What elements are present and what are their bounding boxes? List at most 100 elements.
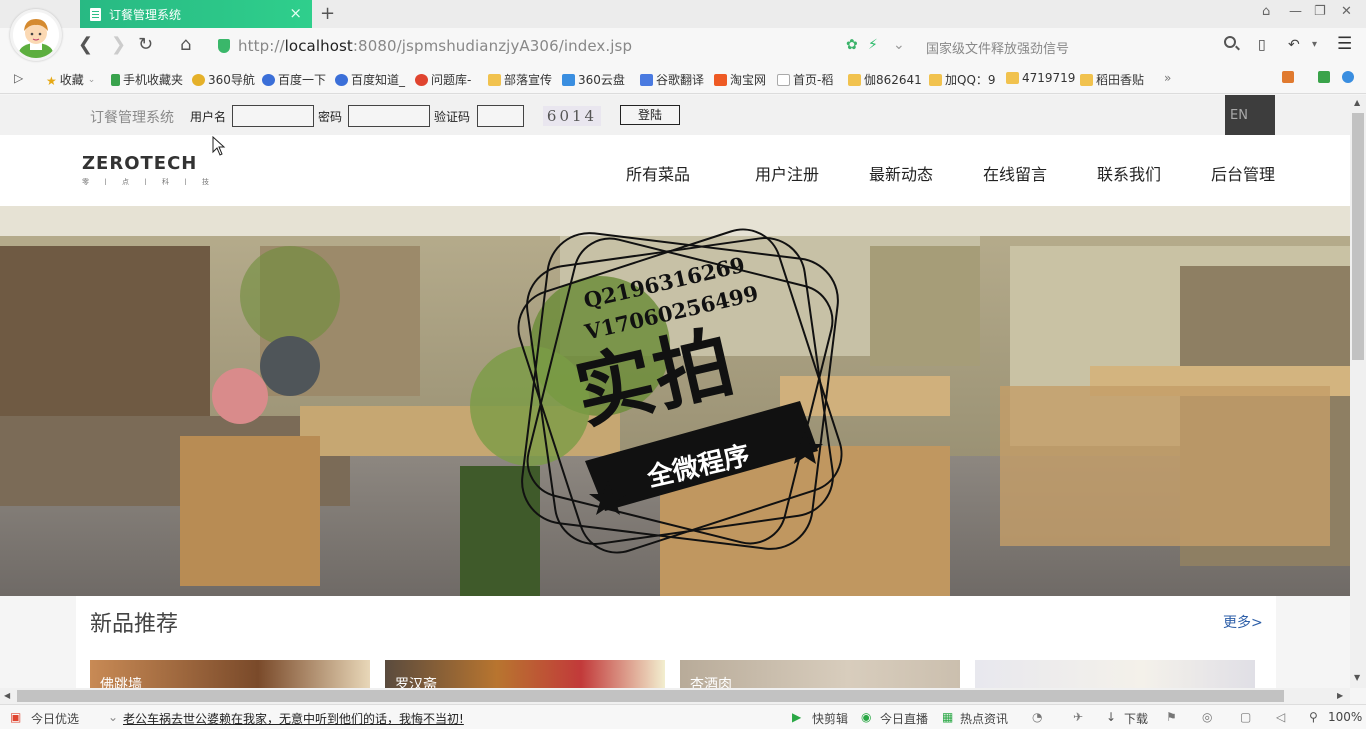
zoom-icon[interactable]: ⚲ — [1309, 710, 1318, 724]
home-icon[interactable]: ⌂ — [180, 36, 191, 54]
bookmark-item[interactable]: 问题库- — [415, 71, 471, 88]
scroll-up-icon[interactable]: ▲ — [1354, 98, 1360, 107]
video-clip-icon[interactable]: ▶ — [792, 710, 801, 724]
bookmark-item[interactable]: 谷歌翻译 — [640, 71, 704, 88]
menu-icon[interactable]: ☰ — [1337, 34, 1352, 54]
refresh-icon[interactable]: ↻ — [138, 36, 153, 54]
pin-icon[interactable]: ✈ — [1073, 710, 1083, 724]
url-field[interactable]: http://localhost:8080/jspmshudianzjyA306… — [218, 33, 910, 59]
speed-icon[interactable]: ◔ — [1032, 710, 1042, 724]
password-input[interactable] — [348, 105, 430, 127]
speed-icon[interactable]: ✿ — [846, 37, 858, 53]
user-avatar[interactable] — [10, 9, 62, 61]
status-bar: ▣ 今日优选 ⌄ 老公车祸去世公婆赖在我家，无意中听到他们的话，我悔不当初! ▶… — [0, 704, 1366, 729]
new-products-section: 新品推荐 更多> 佛跳墙 罗汉斋 杏酒肉 — [76, 596, 1276, 688]
section-title: 新品推荐 — [90, 612, 179, 637]
news-icon[interactable]: ▦ — [942, 710, 953, 724]
news-ticker-link[interactable]: 老公车祸去世公婆赖在我家，无意中听到他们的话，我悔不当初! — [123, 710, 464, 727]
back-icon[interactable]: ❮ — [78, 36, 93, 54]
browser-icon[interactable]: ◎ — [1202, 710, 1212, 724]
new-tab-button[interactable]: + — [320, 3, 335, 24]
captcha-input[interactable] — [477, 105, 524, 127]
bookmarks-more-button[interactable]: » — [1164, 71, 1171, 85]
nav-register[interactable]: 用户注册 — [755, 161, 819, 185]
hot-news-button[interactable]: 热点资讯 — [960, 710, 1008, 727]
vertical-scroll-thumb[interactable] — [1352, 113, 1364, 360]
undo-icon[interactable]: ↶ — [1288, 37, 1300, 53]
bookmark-item[interactable]: 部落宣传 — [488, 71, 552, 88]
apps-icon[interactable] — [1282, 71, 1297, 83]
lightning-icon[interactable]: ⚡ — [868, 37, 878, 53]
bookmark-item[interactable]: 稻田香贴 — [1080, 71, 1144, 88]
system-name: 订餐管理系统 — [90, 110, 174, 126]
reader-icon[interactable] — [1318, 71, 1333, 83]
bookmark-item[interactable]: 4719719 — [1006, 71, 1075, 85]
username-label: 用户名 — [190, 110, 227, 124]
skin-icon[interactable]: ⌂ — [1262, 4, 1270, 19]
product-card[interactable]: 罗汉斋 — [385, 660, 665, 688]
avatar-icon — [13, 12, 59, 58]
sidebar-toggle-icon[interactable]: ▷ — [14, 71, 23, 85]
restore-icon[interactable]: ❐ — [1314, 4, 1326, 19]
flag-icon[interactable]: ⚑ — [1166, 710, 1177, 724]
nav-admin[interactable]: 后台管理 — [1211, 161, 1275, 185]
nav-news[interactable]: 最新动态 — [869, 161, 933, 185]
minimize-icon[interactable]: — — [1289, 4, 1302, 19]
more-link[interactable]: 更多> — [1223, 612, 1263, 632]
horizontal-scrollbar[interactable]: ◀ ▶ — [0, 688, 1350, 704]
login-bar: 订餐管理系统 用户名 密码 验证码 6014 登陆 EN — [0, 95, 1350, 135]
phone-icon[interactable]: ▯ — [1258, 37, 1266, 53]
shield-icon — [218, 39, 230, 53]
vertical-scrollbar[interactable]: ▲ ▼ — [1350, 95, 1366, 688]
bookmark-item[interactable]: 360云盘 — [562, 71, 625, 88]
bookmark-item[interactable]: 手机收藏夹 — [111, 71, 183, 88]
hero-banner: Q2196316269 V17060256499 实拍 全微程序 — [0, 206, 1350, 596]
nav-all-dishes[interactable]: 所有菜品 — [626, 161, 690, 185]
search-icon[interactable] — [1224, 36, 1236, 48]
chevron-down-icon[interactable]: ⌄ — [108, 710, 118, 724]
captcha-image[interactable]: 6014 — [543, 106, 601, 126]
download-button[interactable]: 下载 — [1124, 710, 1148, 727]
scroll-left-icon[interactable]: ◀ — [4, 691, 10, 700]
language-button[interactable]: EN — [1225, 95, 1275, 135]
zoom-search-icon[interactable] — [1342, 71, 1357, 83]
tab-close-icon[interactable]: × — [289, 5, 302, 21]
bookmark-item[interactable]: 加QQ：9 — [929, 71, 996, 88]
bookmark-item[interactable]: 360导航 — [192, 71, 255, 88]
sound-icon[interactable]: ◁ — [1276, 710, 1285, 724]
chevron-down-icon[interactable]: ▾ — [1312, 39, 1317, 50]
product-card[interactable] — [975, 660, 1255, 688]
zoom-level[interactable]: 100% — [1328, 710, 1362, 724]
quick-clip-button[interactable]: 快剪辑 — [812, 710, 848, 727]
chevron-down-icon[interactable]: ⌄ — [893, 37, 905, 53]
scroll-right-icon[interactable]: ▶ — [1337, 691, 1343, 700]
bookmark-item[interactable]: 淘宝网 — [714, 71, 766, 88]
page-icon — [90, 7, 101, 21]
live-button[interactable]: 今日直播 — [880, 710, 928, 727]
bookmark-item[interactable]: 百度知道_ — [335, 71, 405, 88]
scroll-down-icon[interactable]: ▼ — [1354, 673, 1360, 682]
bookmark-item[interactable]: ★ 收藏 ⌄ — [46, 71, 95, 88]
gift-icon[interactable]: ▣ — [10, 710, 21, 724]
product-card[interactable]: 佛跳墙 — [90, 660, 370, 688]
window-icon[interactable]: ▢ — [1240, 710, 1251, 724]
tab-bar: 订餐管理系统 × + ⌂ — ❐ ✕ — [0, 0, 1366, 28]
search-input[interactable]: 国家级文件释放强劲信号 — [918, 33, 1248, 59]
nav-message[interactable]: 在线留言 — [983, 161, 1047, 185]
forward-icon[interactable]: ❯ — [111, 36, 126, 54]
horizontal-scroll-thumb[interactable] — [17, 690, 1284, 702]
bookmark-item[interactable]: 百度一下 — [262, 71, 326, 88]
live-icon[interactable]: ◉ — [861, 710, 871, 724]
nav-contact[interactable]: 联系我们 — [1097, 161, 1161, 185]
bookmark-item[interactable]: 伽862641 — [848, 71, 922, 88]
product-card[interactable]: 杏酒肉 — [680, 660, 960, 688]
today-pick-label[interactable]: 今日优选 — [31, 710, 79, 727]
close-window-icon[interactable]: ✕ — [1341, 4, 1352, 19]
url-text: http://localhost:8080/jspmshudianzjyA306… — [238, 37, 633, 55]
tab-active[interactable]: 订餐管理系统 × — [80, 0, 312, 28]
username-input[interactable] — [232, 105, 314, 127]
bookmark-item[interactable]: 首页-稻 — [777, 71, 833, 88]
login-button[interactable]: 登陆 — [620, 105, 680, 125]
download-icon[interactable]: ↓ — [1106, 710, 1116, 724]
site-logo[interactable]: ZEROTECH 零丨点丨科丨技 — [82, 153, 242, 189]
